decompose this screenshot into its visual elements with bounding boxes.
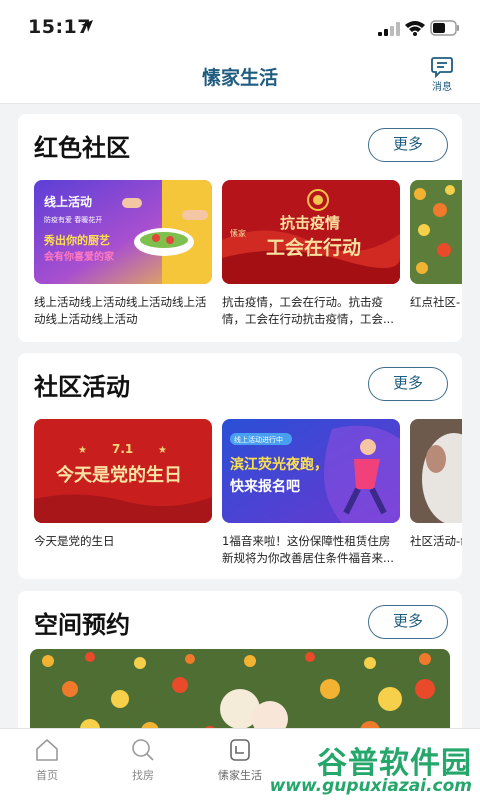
- fight-epidemic-banner: 抗击疫情 工会在行动 愫家: [222, 180, 400, 284]
- more-button[interactable]: 更多: [368, 128, 448, 162]
- messages-label: 消息: [432, 82, 452, 93]
- list-item[interactable]: 线上活动进行中 滨江荧光夜跑， 快来报名吧 1福音来啦！这份保障性租赁住房新规将…: [222, 419, 400, 567]
- thumb-subtitle: 防疫有爱 春暖花开: [44, 215, 102, 224]
- cat-photo-image: [410, 419, 462, 523]
- section-space-booking: 空间预约 更多: [18, 591, 462, 741]
- item-thumbnail: 抗击疫情 工会在行动 愫家: [222, 180, 400, 284]
- item-caption: 社区活动-命精神: [410, 534, 462, 548]
- carousel[interactable]: ★ ★ 7.1 今天是党的生日 今天是党的生日 线上活动进行中 滨江荧光夜跑， …: [34, 419, 462, 579]
- night-run-banner: 线上活动进行中 滨江荧光夜跑， 快来报名吧: [222, 419, 400, 523]
- wifi-icon: [405, 21, 425, 36]
- more-button[interactable]: 更多: [368, 367, 448, 401]
- tab-label: 首页: [36, 769, 58, 782]
- thumb-line2: 会有你喜爱的家: [44, 250, 115, 263]
- page-title: 愫家生活: [201, 67, 278, 89]
- status-bar: 15:17: [0, 0, 480, 56]
- cellular-signal-icon: [378, 22, 400, 36]
- thumb-line1: 抗击疫情: [280, 214, 340, 232]
- location-arrow-icon: [81, 20, 93, 32]
- item-caption: 红点社区-: [410, 295, 461, 309]
- app-header: 愫家生活 消息: [0, 56, 480, 104]
- item-thumbnail: 线上活动 防疫有爱 春暖花开 秀出你的厨艺 会有你喜爱的家: [34, 180, 212, 284]
- flower-field-image: [410, 180, 462, 284]
- item-caption: 抗击疫情，工会在行动。抗击疫情，工会在行动抗击疫情，工会...: [222, 295, 394, 326]
- item-thumbnail: 线上活动进行中 滨江荧光夜跑， 快来报名吧: [222, 419, 400, 523]
- thumb-line2: 工会在行动: [266, 236, 361, 259]
- list-item[interactable]: 抗击疫情 工会在行动 愫家 抗击疫情，工会在行动。抗击疫情，工会在行动抗击疫情，…: [222, 180, 400, 328]
- thumb-brand: 愫家: [230, 228, 246, 238]
- list-item[interactable]: 社区活动-命精神: [410, 419, 462, 567]
- party-birthday-banner: ★ ★ 7.1 今天是党的生日: [34, 419, 212, 523]
- list-item[interactable]: 红点社区-: [410, 180, 462, 328]
- tab-find-house[interactable]: 找房: [107, 737, 179, 783]
- thumb-badge: 线上活动进行中: [234, 435, 283, 444]
- thumb-line1: 滨江荧光夜跑，: [230, 456, 328, 473]
- section-title: 红色社区: [34, 134, 130, 162]
- thumb-line2: 快来报名吧: [230, 478, 300, 495]
- life-icon: [230, 739, 250, 761]
- svg-text:★: ★: [78, 445, 87, 456]
- bottom-tab-bar: 首页 找房 愫家生活 谷普软件园 www.gupuxiazai.com: [0, 728, 480, 800]
- section-community-activities: 社区活动 更多 ★ ★ 7.1 今天是党的生日 今天是党的生日 线上活动进行中 …: [18, 353, 462, 579]
- tab-label: 找房: [132, 769, 154, 782]
- item-thumbnail: [410, 180, 462, 284]
- thumb-line1: 秀出你的厨艺: [43, 233, 110, 247]
- tab-home[interactable]: 首页: [11, 737, 83, 783]
- svg-text:★: ★: [158, 445, 167, 456]
- watermark-url: www.gupuxiazai.com: [269, 776, 472, 796]
- thumb-line1: 今天是党的生日: [56, 464, 182, 486]
- online-activity-banner: 线上活动 防疫有爱 春暖花开 秀出你的厨艺 会有你喜爱的家: [34, 180, 212, 284]
- message-icon: [431, 57, 453, 78]
- thumb-date: 7.1: [112, 442, 133, 456]
- item-caption: 线上活动线上活动线上活动线上活动线上活动线上活动: [34, 295, 207, 326]
- more-button[interactable]: 更多: [368, 605, 448, 639]
- item-caption: 1福音来啦！这份保障性租赁住房新规将为你改善居住条件福音来...: [222, 534, 394, 565]
- battery-icon: [430, 20, 459, 36]
- item-thumbnail: [410, 419, 462, 523]
- item-thumbnail: ★ ★ 7.1 今天是党的生日: [34, 419, 212, 523]
- messages-button[interactable]: 消息: [422, 56, 462, 100]
- list-item[interactable]: 线上活动 防疫有爱 春暖花开 秀出你的厨艺 会有你喜爱的家 线上活动线上活动线上…: [34, 180, 212, 328]
- section-title: 社区活动: [34, 373, 130, 401]
- section-red-community: 红色社区 更多 线上活动 防疫有爱 春暖花开 秀出你的厨艺 会有你喜爱的家 线上…: [18, 114, 462, 342]
- home-icon: [36, 739, 58, 761]
- section-title: 空间预约: [34, 611, 130, 639]
- search-icon: [132, 739, 154, 761]
- watermark: 谷普软件园 www.gupuxiazai.com: [264, 738, 474, 798]
- list-item[interactable]: ★ ★ 7.1 今天是党的生日 今天是党的生日: [34, 419, 212, 567]
- carousel[interactable]: 线上活动 防疫有爱 春暖花开 秀出你的厨艺 会有你喜爱的家 线上活动线上活动线上…: [34, 180, 462, 340]
- thumb-title: 线上活动: [44, 194, 92, 209]
- item-caption: 今天是党的生日: [34, 534, 115, 548]
